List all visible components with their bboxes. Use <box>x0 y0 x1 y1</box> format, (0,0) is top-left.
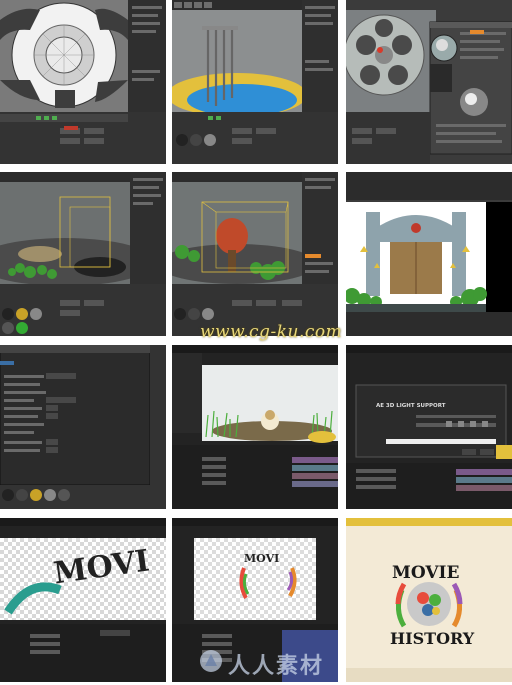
logo-title-bottom: HISTORY <box>390 629 475 648</box>
site-watermark: www.cg-ku.com <box>200 322 343 342</box>
ae-grass-comp-image <box>172 345 338 509</box>
logo-title-top: MOVIE <box>392 563 459 583</box>
final-logo-image: MOVIE HISTORY <box>346 518 512 682</box>
tile-c4d-windchimes[interactable] <box>172 0 338 164</box>
movi-text: MOVI <box>244 552 279 565</box>
tile-c4d-settings-dialog[interactable] <box>0 345 166 509</box>
tile-c4d-dome-topview[interactable] <box>0 0 166 164</box>
ae-3d-light-support-image: AE 3D LIGHT SUPPORT <box>346 345 512 509</box>
tile-c4d-film-reel-material[interactable] <box>346 0 512 164</box>
tile-ae-3d-light-support-dialog[interactable]: AE 3D LIGHT SUPPORT <box>346 345 512 509</box>
tile-render-castle-gate[interactable] <box>346 172 512 336</box>
brand-logo-icon <box>200 650 222 672</box>
tile-ae-grass-comp[interactable] <box>172 345 338 509</box>
tile-c4d-reel-tree-selection[interactable] <box>172 172 338 336</box>
dialog-title: AE 3D LIGHT SUPPORT <box>376 403 446 409</box>
tile-ae-movie-text-closeup[interactable]: MOVI <box>0 518 166 682</box>
c4d-settings-dialog-image <box>0 345 166 509</box>
ae-movie-text-closeup-image: MOVI <box>0 518 166 682</box>
c4d-windchimes-image <box>172 0 338 164</box>
c4d-dome-topview-image <box>0 0 166 164</box>
brand-watermark: 人人素材 <box>228 654 325 679</box>
c4d-reel-tree-selection-image <box>172 172 338 336</box>
tile-c4d-reel-plants-wide[interactable] <box>0 172 166 336</box>
tile-final-logo[interactable]: MOVIE HISTORY <box>346 518 512 682</box>
c4d-reel-plants-wide-image <box>0 172 166 336</box>
c4d-film-reel-material-image <box>346 0 512 164</box>
render-castle-gate-image <box>346 172 512 336</box>
